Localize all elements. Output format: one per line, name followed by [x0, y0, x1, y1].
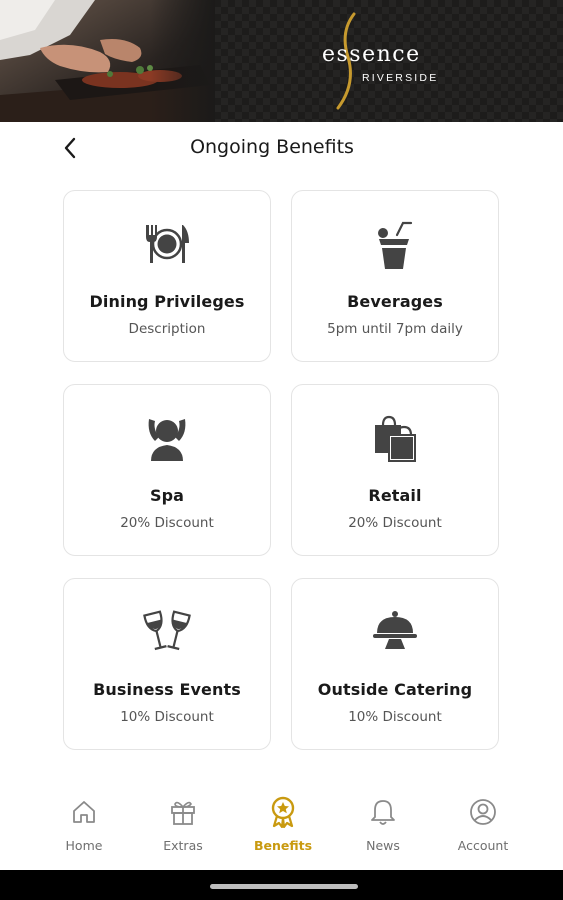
- benefit-name: Beverages: [347, 292, 443, 311]
- benefit-description: 20% Discount: [348, 515, 442, 531]
- benefit-card-business-events[interactable]: Business Events 10% Discount: [63, 578, 271, 750]
- benefit-card-retail[interactable]: Retail 20% Discount: [291, 384, 499, 556]
- nav-extras[interactable]: Extras: [143, 796, 223, 853]
- benefit-name: Business Events: [93, 680, 241, 699]
- benefit-name: Outside Catering: [317, 680, 473, 699]
- benefit-description: Description: [128, 321, 206, 337]
- benefit-name: Dining Privileges: [89, 292, 245, 311]
- award-icon: [271, 796, 295, 828]
- nav-home[interactable]: Home: [44, 796, 124, 853]
- benefit-description: 10% Discount: [120, 709, 214, 725]
- benefit-card-dining[interactable]: Dining Privileges Description: [63, 190, 271, 362]
- nav-label: Extras: [163, 838, 203, 853]
- benefit-card-beverages[interactable]: Beverages 5pm until 7pm daily: [291, 190, 499, 362]
- nav-label: News: [366, 838, 400, 853]
- benefit-name: Retail: [368, 486, 422, 505]
- nav-account[interactable]: Account: [443, 796, 523, 853]
- benefit-description: 20% Discount: [120, 515, 214, 531]
- logo-subtitle: RIVERSIDE: [362, 72, 439, 84]
- page-title: Ongoing Benefits: [190, 136, 354, 158]
- system-navigation-bar: [0, 870, 563, 900]
- bell-icon: [371, 800, 395, 825]
- benefit-name: Spa: [149, 486, 185, 505]
- nav-benefits[interactable]: Benefits: [243, 796, 323, 853]
- nav-label: Home: [65, 838, 103, 853]
- cloche-icon: [373, 611, 417, 649]
- home-icon: [73, 801, 95, 823]
- spa-icon: [148, 419, 186, 461]
- header-banner: essence RIVERSIDE: [0, 0, 563, 122]
- shopping-bag-icon: [375, 415, 416, 462]
- benefit-card-spa[interactable]: Spa 20% Discount: [63, 384, 271, 556]
- chef-plating-photo: [0, 0, 215, 122]
- nav-news[interactable]: News: [343, 796, 423, 853]
- account-icon: [470, 799, 496, 825]
- cocktail-icon: [378, 221, 413, 269]
- dining-icon: [146, 225, 189, 263]
- bottom-navigation: Home Extras Benefits News Account: [0, 782, 563, 870]
- nav-label: Benefits: [253, 838, 313, 853]
- home-gesture-handle[interactable]: [210, 884, 358, 889]
- benefit-description: 5pm until 7pm daily: [327, 321, 463, 337]
- nav-label: Account: [457, 838, 509, 853]
- benefit-card-outside-catering[interactable]: Outside Catering 10% Discount: [291, 578, 499, 750]
- benefit-description: 10% Discount: [348, 709, 442, 725]
- essence-riverside-logo: essence RIVERSIDE: [322, 12, 452, 112]
- wine-glasses-icon: [143, 610, 191, 651]
- title-bar: Ongoing Benefits: [0, 122, 563, 178]
- gift-icon: [171, 801, 195, 825]
- logo-word: essence: [322, 42, 421, 67]
